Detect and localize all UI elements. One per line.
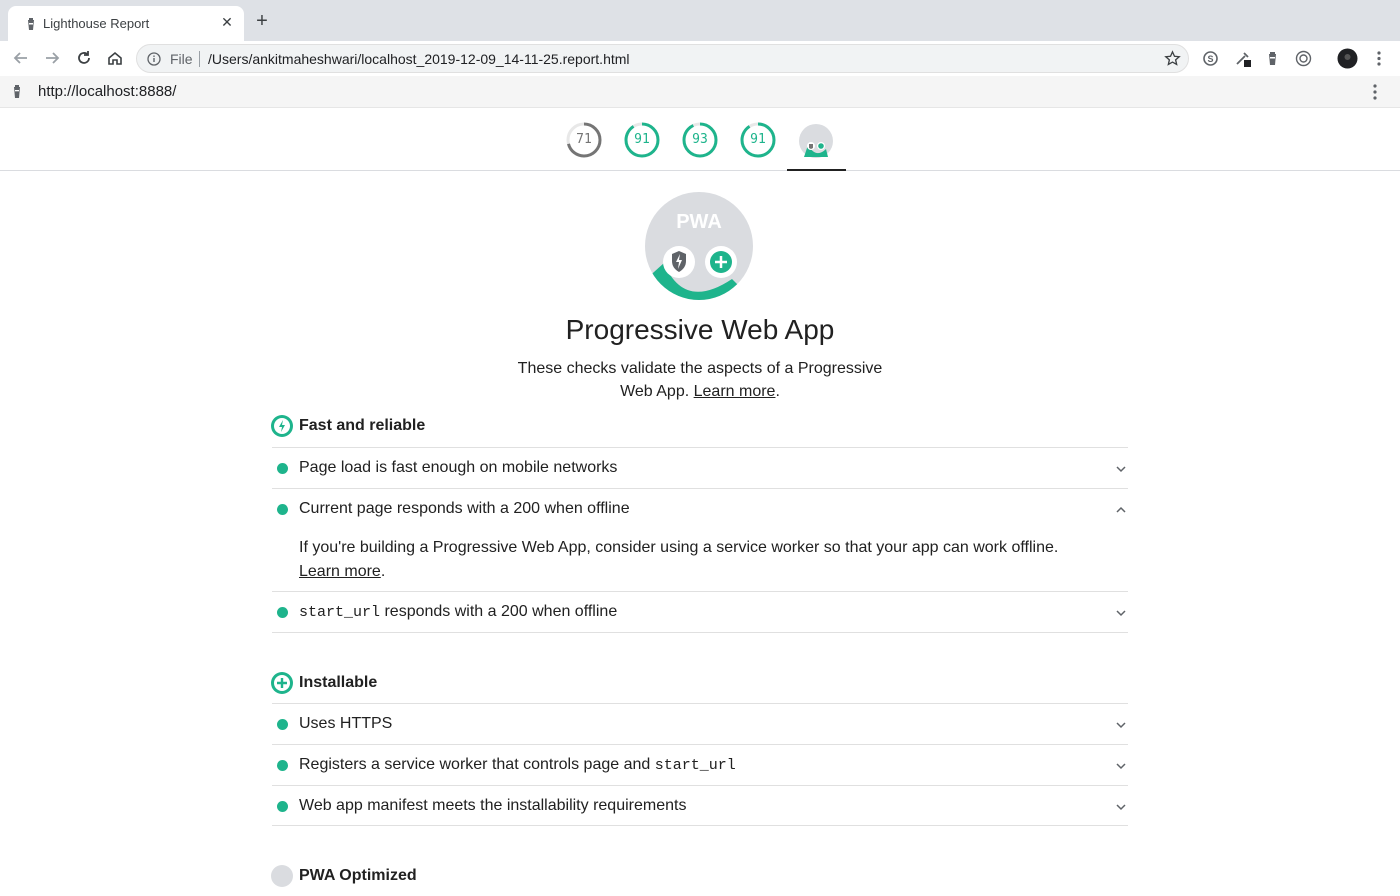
address-bar[interactable]: File /Users/ankitmaheshwari/localhost_20… [136,44,1189,73]
pass-indicator [277,463,288,474]
audit-description: If you're building a Progressive Web App… [299,536,1099,584]
group-pwa-optimized: PWA Optimized [270,860,1128,896]
badge-text: PWA [676,211,722,233]
score-gauge[interactable]: 91 [622,120,662,160]
score-navigation: 71 91 93 91 [0,108,1400,171]
group-fast-and-reliable: Fast and reliable [270,410,1128,446]
score-gauge[interactable]: 93 [680,120,720,160]
pwa-optimized-icon [271,865,293,887]
back-icon[interactable] [12,49,30,67]
learn-more-link[interactable]: Learn more [694,383,776,400]
browser-toolbar: File /Users/ankitmaheshwari/localhost_20… [0,41,1400,76]
home-icon[interactable] [106,49,124,67]
audit-title: Current page responds with a 200 when of… [299,500,630,517]
group-title: PWA Optimized [299,867,417,884]
score-gauge[interactable]: 71 [564,120,604,160]
omnibox-divider [199,51,200,67]
forward-icon[interactable] [43,49,61,67]
audit-row[interactable]: Uses HTTPS [272,703,1128,744]
score-gauge[interactable]: 91 [738,120,778,160]
pass-indicator [277,760,288,771]
svg-text:S: S [1207,54,1213,64]
score-value: 71 [576,132,592,147]
category-description: These checks validate the aspects of a P… [500,357,900,403]
chevron-up-icon[interactable] [1115,504,1127,516]
info-icon[interactable] [147,52,161,66]
pwa-badge-icon [799,124,833,158]
chevron-down-icon[interactable] [1115,719,1127,731]
audit-title-text: Registers a service worker that controls… [299,756,655,773]
code-start-url: start_url [654,757,736,774]
score-value: 93 [692,132,708,147]
score-value: 91 [750,132,766,147]
reload-icon[interactable] [75,49,93,67]
audit-description-text: If you're building a Progressive Web App… [299,539,1059,556]
audit-title: Uses HTTPS [299,715,393,732]
tab-lighthouse-report[interactable]: Lighthouse Report ✕ [8,6,244,41]
audit-row[interactable]: Web app manifest meets the installabilit… [272,785,1128,826]
pwa-category-badge-icon: PWA [645,192,753,300]
tab-title: Lighthouse Report [43,16,150,31]
pass-indicator [277,504,288,515]
profile-avatar-icon[interactable] [1337,48,1358,69]
bookmark-star-icon[interactable] [1164,50,1181,67]
skype-extension-icon[interactable]: S [1202,50,1219,67]
chevron-down-icon[interactable] [1115,760,1127,772]
code-start-url: start_url [299,604,381,621]
new-tab-icon[interactable]: + [254,11,270,31]
group-title: Installable [299,674,378,691]
pass-indicator [277,607,288,618]
group-installable: Installable [270,667,1128,703]
group-title: Fast and reliable [299,417,426,434]
audit-title-rest: responds with a 200 when offline [380,603,618,620]
eyedropper-extension-icon[interactable] [1234,50,1251,67]
omnibox-url[interactable]: /Users/ankitmaheshwari/localhost_2019-12… [208,51,630,67]
lighthouse-extension-icon[interactable] [1264,50,1281,67]
close-tab-icon[interactable]: ✕ [220,15,234,29]
plus-icon [271,672,293,694]
lighthouse-icon [28,18,34,30]
audit-row[interactable]: Registers a service worker that controls… [272,744,1128,785]
lighthouse-icon [14,85,20,98]
pass-indicator [277,801,288,812]
tab-strip: Lighthouse Report ✕ + [0,0,1400,41]
description-period: . [775,383,780,400]
menu-dots-icon[interactable] [1376,50,1382,67]
target-extension-icon[interactable] [1295,50,1312,67]
learn-more-link[interactable]: Learn more [299,563,381,580]
audit-row[interactable]: start_url responds with a 200 when offli… [272,591,1128,632]
audit-row[interactable]: Page load is fast enough on mobile netwo… [272,447,1128,488]
divider [272,825,1128,826]
audit-title: Page load is fast enough on mobile netwo… [299,459,618,476]
lightning-icon [271,415,293,437]
pass-indicator [277,719,288,730]
audit-title: Registers a service worker that controls… [299,756,736,774]
active-tab-indicator [787,169,846,171]
page-url: http://localhost:8888/ [38,83,177,100]
pwa-badge-gauge[interactable] [798,123,834,159]
audit-description-period: . [380,563,386,580]
category-title: Progressive Web App [565,314,835,345]
omnibox-scheme: File [170,51,193,67]
chevron-down-icon[interactable] [1115,463,1127,475]
kebab-menu-icon[interactable] [1369,83,1381,101]
audit-title: start_url responds with a 200 when offli… [299,603,617,621]
score-value: 91 [634,132,650,147]
chevron-down-icon[interactable] [1115,607,1127,619]
chevron-down-icon[interactable] [1115,801,1127,813]
page-url-bar: http://localhost:8888/ [0,76,1400,108]
divider [272,632,1128,633]
audit-title: Web app manifest meets the installabilit… [299,797,687,814]
